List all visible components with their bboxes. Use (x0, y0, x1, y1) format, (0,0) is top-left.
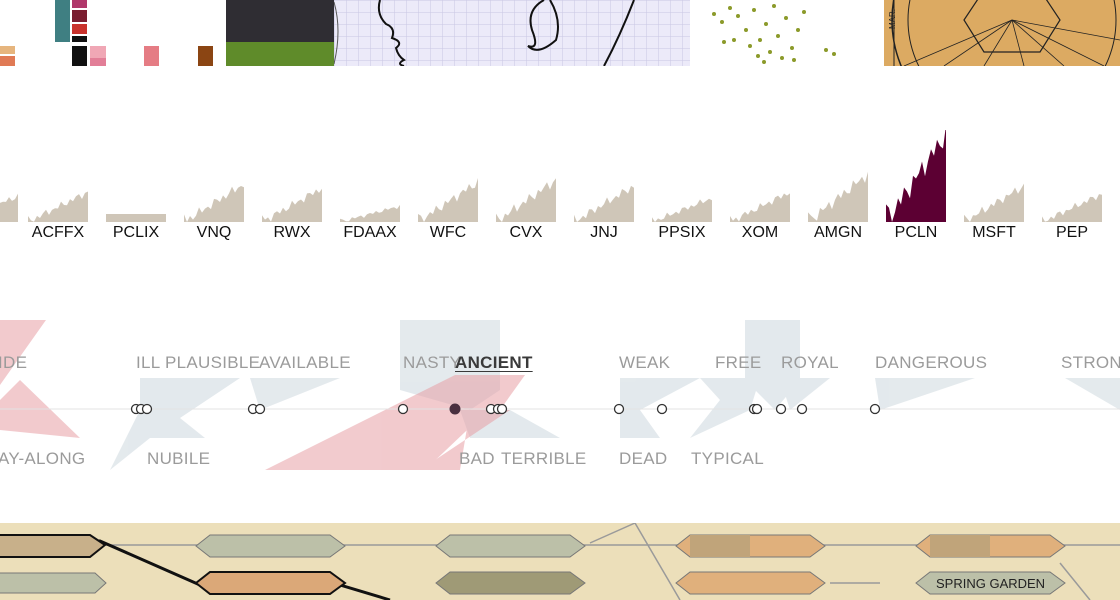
sparkline-jnj[interactable]: JNJ (564, 120, 644, 250)
word-label-top[interactable]: ILL (136, 353, 161, 373)
word-marker-selected[interactable] (449, 403, 461, 415)
word-label-bottom[interactable]: TERRIBLE (501, 449, 587, 469)
sparkline-acffx[interactable]: ACFFX (18, 120, 98, 250)
word-marker[interactable] (869, 403, 881, 415)
word-label-bottom[interactable]: NUBILE (147, 449, 210, 469)
transit-map: SPRING GARDEN (0, 523, 1120, 600)
ticker-label: VNQ (196, 224, 232, 241)
sparkline-fdaax[interactable]: FDAAX (330, 120, 410, 250)
sparkline-xom[interactable]: XOM (720, 120, 800, 250)
word-label-bottom[interactable]: AY-ALONG (0, 449, 85, 469)
sparkline-pcln[interactable]: PCLN (876, 120, 956, 250)
ticker-label: JNJ (590, 224, 618, 241)
ticker-label: RWX (273, 224, 311, 241)
sparkline-wfc[interactable]: WFC (408, 120, 488, 250)
sparkline-chart (418, 178, 478, 222)
word-label-top[interactable]: AVAILABLE (259, 353, 351, 373)
ticker-label: PEP (1055, 224, 1088, 241)
sparkline-chart (262, 188, 322, 222)
scatter-dots-graphic (712, 4, 836, 64)
face-sketch-graphic (334, 0, 690, 66)
sparkline-chart (0, 193, 18, 222)
ticker-sparklines: X ACFFX PCLIX VNQ RWX FDAAX WFC (0, 120, 1120, 260)
word-marker[interactable] (397, 403, 409, 415)
word-label-bottom[interactable]: DEAD (619, 449, 667, 469)
gallery-tile-face[interactable] (334, 0, 690, 66)
word-label-bottom[interactable]: BAD (459, 449, 495, 469)
sparkline-chart (28, 191, 88, 222)
word-label-top[interactable]: FREE (715, 353, 762, 373)
sparkline-pep[interactable]: PEP (1032, 120, 1112, 250)
gallery-tile-scatter[interactable] (694, 0, 880, 66)
sparkline-chart (886, 130, 946, 222)
gallery-strip: MAR. (0, 0, 1120, 66)
word-label-top[interactable]: IDE (0, 353, 27, 373)
gallery-tile-dark[interactable] (226, 0, 334, 66)
ticker-label: FDAAX (343, 224, 397, 241)
ticker-label: AMGN (814, 224, 862, 241)
sparkline-ppsix[interactable]: PPSIX (642, 120, 722, 250)
word-label-top[interactable]: PLAUSIBLE (165, 353, 260, 373)
sparkline-chart (730, 193, 790, 222)
sparkline-amgn[interactable]: AMGN (798, 120, 878, 250)
word-marker[interactable] (775, 403, 787, 415)
word-label-selected[interactable]: ANCIENT (455, 353, 533, 373)
sparkline-cvx[interactable]: CVX (486, 120, 566, 250)
sparkline-chart (496, 178, 556, 222)
word-marker[interactable] (656, 403, 668, 415)
ticker-label: MSFT (972, 224, 1016, 241)
ticker-label: CVX (509, 224, 543, 241)
sparkline-pclix[interactable]: PCLIX (96, 120, 176, 250)
word-label-top[interactable]: WEAK (619, 353, 670, 373)
word-label-bottom[interactable]: TYPICAL (691, 449, 764, 469)
ticker-label: XOM (741, 224, 779, 241)
ticker-label: PPSIX (658, 224, 706, 241)
sparkline-chart (106, 214, 166, 222)
word-marker[interactable] (613, 403, 625, 415)
sparkline-chart (1042, 194, 1102, 222)
word-label-top[interactable]: NASTY (403, 353, 461, 373)
sparkline-rwx[interactable]: RWX (252, 120, 332, 250)
word-marker[interactable] (254, 403, 266, 415)
radar-wheel-graphic: MAR. (888, 0, 1120, 66)
gallery-tile-wheel[interactable]: MAR. (884, 0, 1120, 66)
station-label[interactable]: SPRING GARDEN (936, 576, 1045, 591)
sparkline-chart (574, 185, 634, 222)
sparkline-chart (340, 204, 400, 222)
word-marker[interactable] (141, 403, 153, 415)
sparkline-msft[interactable]: MSFT (954, 120, 1034, 250)
sparkline-chart (184, 186, 244, 222)
sparkline-vnq[interactable]: VNQ (174, 120, 254, 250)
word-marker[interactable] (496, 403, 508, 415)
word-label-top[interactable]: DANGEROUS (875, 353, 987, 373)
word-marker[interactable] (796, 403, 808, 415)
ticker-label: PCLIX (112, 224, 160, 241)
word-label-top[interactable]: ROYAL (781, 353, 839, 373)
sparkline-chart (808, 171, 868, 222)
word-label-top[interactable]: STRONG (1061, 353, 1120, 373)
word-marker[interactable] (751, 403, 763, 415)
ticker-label: PCLN (894, 224, 938, 241)
gallery-tile-blocks[interactable] (0, 0, 222, 66)
ticker-label: WFC (429, 224, 467, 241)
blocks-graphic (0, 0, 213, 66)
ticker-label: ACFFX (31, 224, 85, 241)
word-scale: IDE ILL PLAUSIBLE AVAILABLE NASTY ANCIEN… (0, 320, 1120, 480)
chart-top-label: MAR. (888, 9, 897, 29)
sparkline-chart (652, 198, 712, 222)
sparkline-chart (964, 183, 1024, 222)
